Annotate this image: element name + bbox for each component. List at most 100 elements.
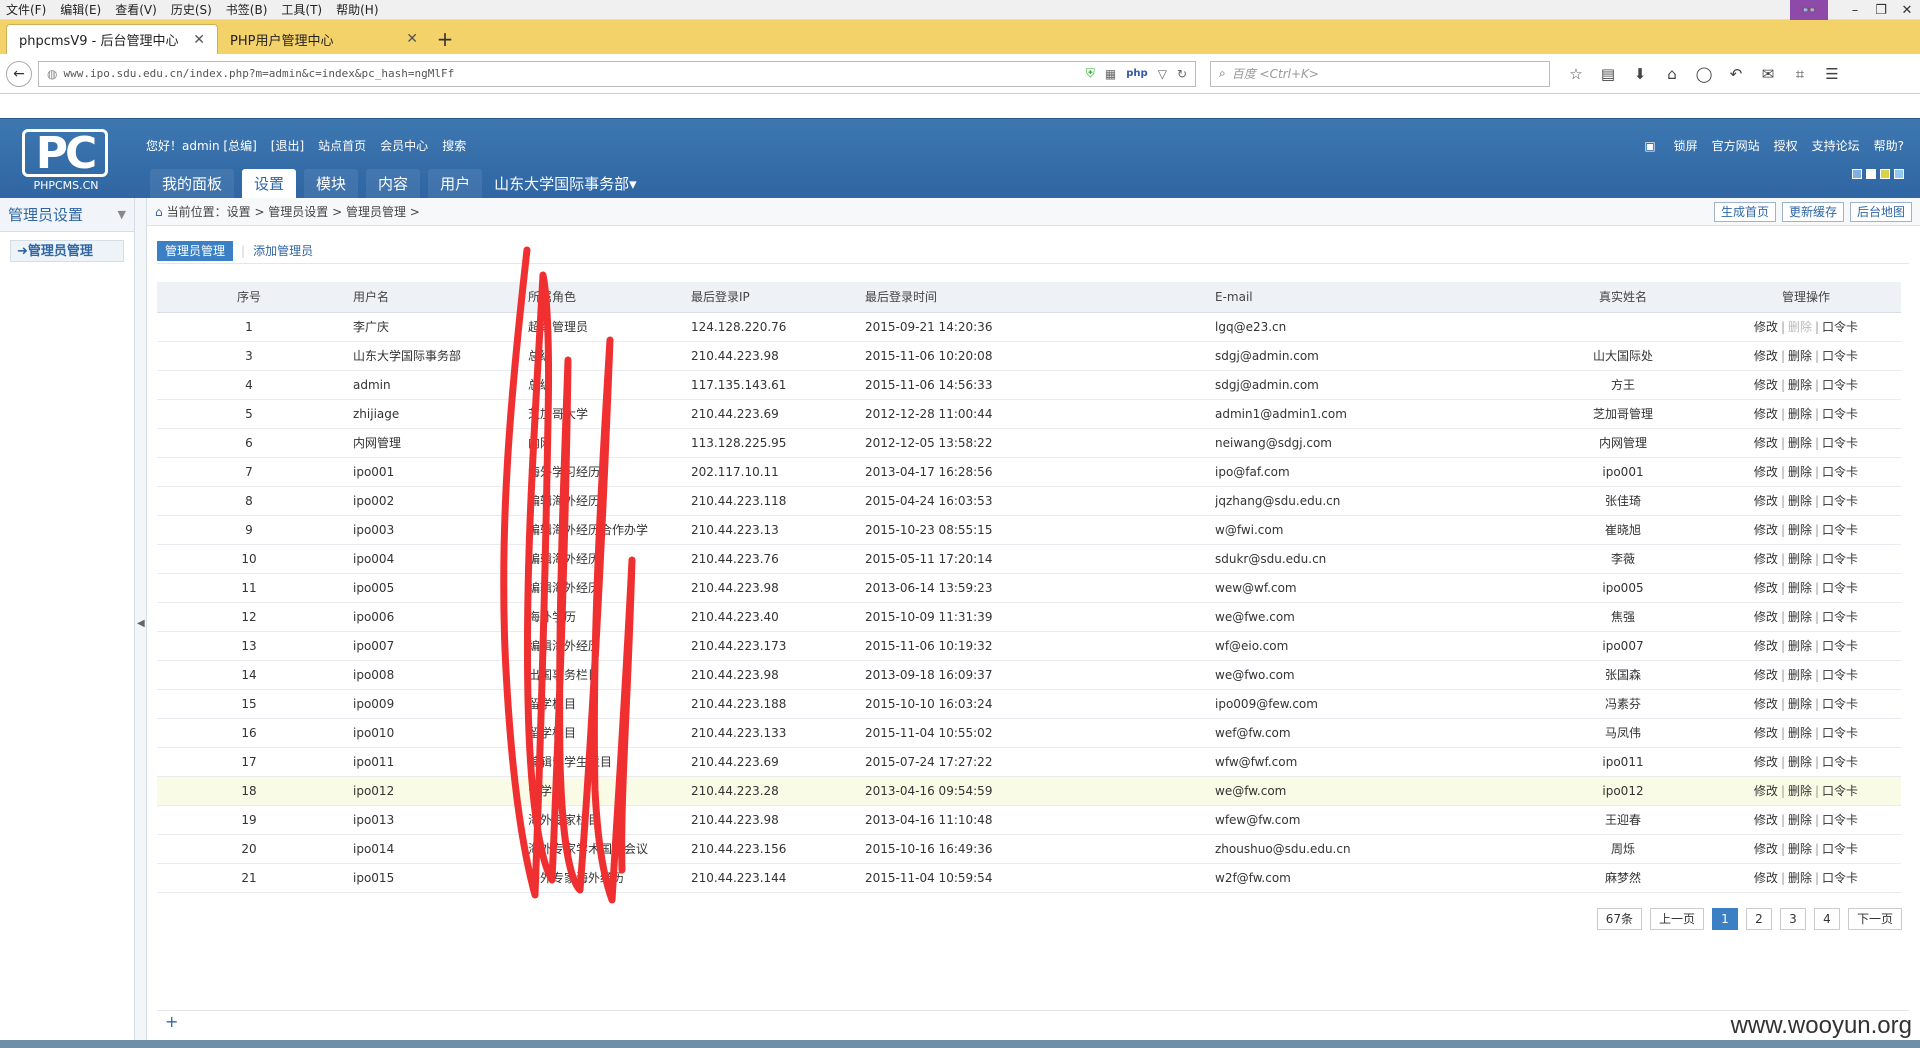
token-card-link[interactable]: 口令卡 [1822,668,1858,682]
delete-link[interactable]: 删除 [1788,697,1812,711]
nav-tab-users[interactable]: 用户 [428,169,483,199]
search-link[interactable]: 搜索 [442,137,466,154]
token-card-link[interactable]: 口令卡 [1822,697,1858,711]
table-row[interactable]: 13 ipo007 编辑海外经历 210.44.223.173 2015-11-06 1… [157,631,1901,661]
site-home-link[interactable]: 站点首页 [318,137,366,154]
edit-link[interactable]: 修改 [1754,436,1778,450]
delete-link[interactable]: 删除 [1788,407,1812,421]
browser-tab-user[interactable]: PHP用户管理中心 ✕ [218,24,430,54]
nav-tab-dashboard[interactable]: 我的面板 [150,169,235,199]
close-window-icon[interactable]: ✕ [1894,3,1920,18]
menu-item[interactable]: 编辑(E) [60,1,101,18]
nav-tab-modules[interactable]: 模块 [304,169,359,199]
nav-tab-settings[interactable]: 设置 [242,169,297,199]
edit-link[interactable]: 修改 [1754,407,1778,421]
table-row[interactable]: 16 ipo010 留学栏目 210.44.223.133 2015-11-04 10:… [157,718,1901,748]
skin-swatch[interactable] [1852,169,1862,179]
sidebar-splitter[interactable]: ◀ [135,198,147,1048]
edit-link[interactable]: 修改 [1754,610,1778,624]
delete-link[interactable]: 删除 [1788,552,1812,566]
delete-link[interactable]: 删除 [1788,871,1812,885]
pager-page-2[interactable]: 2 [1745,908,1772,930]
table-row[interactable]: 1 李广庆 超级管理员 124.128.220.76 2015-09-21 14:20:… [157,312,1901,342]
table-row[interactable]: 19 ipo013 海外专家栏目 210.44.223.98 2013-04-16 11… [157,805,1901,835]
sidebar-item-admin-manage[interactable]: ➜管理员管理 [10,240,124,262]
menu-item[interactable]: 工具(T) [281,1,322,18]
table-row[interactable]: 20 ipo014 海外专家学术国际会议 210.44.223.156 2015-10-… [157,834,1901,864]
token-card-link[interactable]: 口令卡 [1822,494,1858,508]
token-card-link[interactable]: 口令卡 [1822,407,1858,421]
token-card-link[interactable]: 口令卡 [1822,871,1858,885]
table-row[interactable]: 17 ipo011 编辑留学生栏目 210.44.223.69 2015-07-24 1… [157,747,1901,777]
search-input[interactable]: ⌕ 百度 <Ctrl+K> [1210,60,1550,87]
edit-link[interactable]: 修改 [1754,755,1778,769]
new-tab-button[interactable]: + [430,24,460,54]
dropdown-icon[interactable]: ▽ [1158,67,1167,81]
collapse-arrow-icon[interactable]: ◀ [137,618,145,629]
edit-link[interactable]: 修改 [1754,465,1778,479]
menu-item[interactable]: 帮助(H) [336,1,378,18]
edit-link[interactable]: 修改 [1754,842,1778,856]
delete-link[interactable]: 删除 [1788,755,1812,769]
delete-link[interactable]: 删除 [1788,639,1812,653]
forum-link[interactable]: 支持论坛 [1812,137,1860,154]
menu-icon[interactable]: ☰ [1816,65,1848,83]
token-card-link[interactable]: 口令卡 [1822,320,1858,334]
dept-selector[interactable]: 山东大学国际事务部▾ [494,169,637,199]
comment-icon[interactable]: ✉ [1752,65,1784,83]
edit-link[interactable]: 修改 [1754,378,1778,392]
delete-link[interactable]: 删除 [1788,378,1812,392]
table-row[interactable]: 5 zhijiage 芝加哥大学 210.44.223.69 2012-12-28 11… [157,399,1901,429]
skin-swatch[interactable] [1866,169,1876,179]
edit-link[interactable]: 修改 [1754,552,1778,566]
token-card-link[interactable]: 口令卡 [1822,436,1858,450]
home-icon[interactable]: ⌂ [1656,65,1688,83]
generate-index-button[interactable]: 生成首页 [1713,202,1776,222]
menu-item[interactable]: 查看(V) [115,1,157,18]
table-row[interactable]: 8 ipo002 编辑海外经历 210.44.223.118 2015-04-24 16… [157,486,1901,516]
pager-next-button[interactable]: 下一页 [1847,908,1902,930]
edit-link[interactable]: 修改 [1754,523,1778,537]
token-card-link[interactable]: 口令卡 [1822,784,1858,798]
edit-link[interactable]: 修改 [1754,494,1778,508]
table-row[interactable]: 3 山东大学国际事务部 总编 210.44.223.98 2015-11-06 10:2… [157,341,1901,371]
edit-link[interactable]: 修改 [1754,639,1778,653]
token-card-link[interactable]: 口令卡 [1822,813,1858,827]
official-site-link[interactable]: 官方网站 [1712,137,1760,154]
delete-link[interactable]: 删除 [1788,726,1812,740]
nav-tab-content[interactable]: 内容 [366,169,421,199]
admin-map-button[interactable]: 后台地图 [1849,202,1912,222]
edit-link[interactable]: 修改 [1754,726,1778,740]
member-center-link[interactable]: 会员中心 [380,137,428,154]
edit-link[interactable]: 修改 [1754,349,1778,363]
delete-link[interactable]: 删除 [1788,610,1812,624]
table-row[interactable]: 7 ipo001 海外学习经历 202.117.10.11 2013-04-17 16:… [157,457,1901,487]
delete-link[interactable]: 删除 [1788,784,1812,798]
close-tab-icon[interactable]: ✕ [193,32,205,48]
token-card-link[interactable]: 口令卡 [1822,726,1858,740]
chevron-down-icon[interactable]: ▼ [118,198,126,232]
token-card-link[interactable]: 口令卡 [1822,465,1858,479]
edit-link[interactable]: 修改 [1754,320,1778,334]
table-row[interactable]: 12 ipo006 海外学历 210.44.223.40 2015-10-09 11:3… [157,602,1901,632]
token-card-link[interactable]: 口令卡 [1822,639,1858,653]
lock-screen-link[interactable]: ▣ 锁屏 [1630,137,1697,154]
subnav-add-admin[interactable]: 添加管理员 [253,242,313,259]
pager-page-4[interactable]: 4 [1813,908,1840,930]
update-cache-button[interactable]: 更新缓存 [1781,202,1844,222]
crop-icon[interactable]: ⌗ [1784,65,1816,83]
token-card-link[interactable]: 口令卡 [1822,755,1858,769]
delete-link[interactable]: 删除 [1788,494,1812,508]
undo-icon[interactable]: ↶ [1720,65,1752,83]
skin-swatch[interactable] [1894,169,1904,179]
token-card-link[interactable]: 口令卡 [1822,349,1858,363]
delete-link[interactable]: 删除 [1788,436,1812,450]
table-row[interactable]: 14 ipo008 出国事务栏目 210.44.223.98 2013-09-18 16… [157,660,1901,690]
menu-item[interactable]: 书签(B) [226,1,268,18]
close-tab-icon[interactable]: ✕ [406,31,418,47]
delete-link[interactable]: 删除 [1788,842,1812,856]
edit-link[interactable]: 修改 [1754,697,1778,711]
edit-link[interactable]: 修改 [1754,581,1778,595]
delete-link[interactable]: 删除 [1788,813,1812,827]
menu-item[interactable]: 历史(S) [171,1,212,18]
